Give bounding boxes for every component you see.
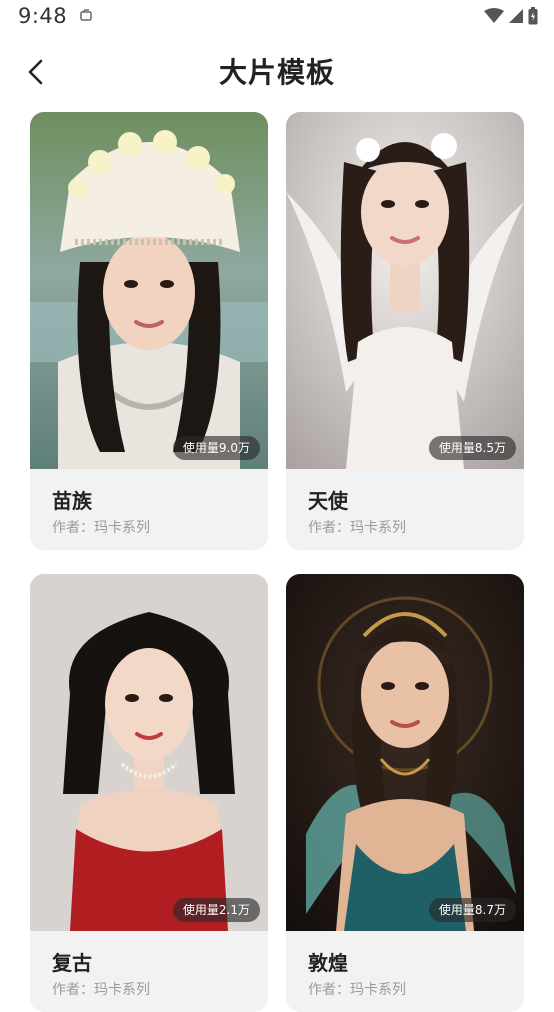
template-card-miao[interactable]: 使用量9.0万 苗族 作者：玛卡系列 (30, 112, 268, 550)
status-bar: 9:48 (0, 0, 554, 34)
signal-icon (508, 8, 524, 28)
template-author: 作者：玛卡系列 (308, 982, 406, 998)
template-image (30, 112, 268, 469)
template-author: 作者：玛卡系列 (52, 982, 150, 998)
battery-icon (528, 7, 538, 29)
wifi-icon (484, 8, 504, 28)
page-title: 大片模板 (218, 56, 335, 89)
template-card-angel[interactable]: 使用量8.5万 天使 作者：玛卡系列 (286, 112, 524, 550)
template-image (286, 112, 524, 469)
template-title: 复古 (52, 951, 92, 975)
template-card-retro[interactable]: 使用量2.1万 复古 作者：玛卡系列 (30, 574, 268, 1012)
template-author: 作者：玛卡系列 (52, 520, 150, 536)
notification-icon (79, 8, 93, 27)
status-icons (484, 7, 538, 29)
usage-badge: 使用量8.5万 (428, 436, 516, 460)
template-image (286, 574, 524, 931)
template-image (30, 574, 268, 931)
usage-badge: 使用量8.7万 (428, 898, 516, 922)
template-card-dunhuang[interactable]: 使用量8.7万 敦煌 作者：玛卡系列 (286, 574, 524, 1012)
template-author: 作者：玛卡系列 (308, 520, 406, 536)
usage-badge: 使用量2.1万 (172, 898, 260, 922)
status-time: 9:48 (18, 4, 68, 28)
usage-badge: 使用量9.0万 (172, 436, 260, 460)
template-title: 天使 (308, 489, 348, 513)
top-nav: 大片模板 (0, 40, 554, 102)
template-title: 苗族 (52, 489, 92, 513)
template-title: 敦煌 (308, 951, 348, 975)
